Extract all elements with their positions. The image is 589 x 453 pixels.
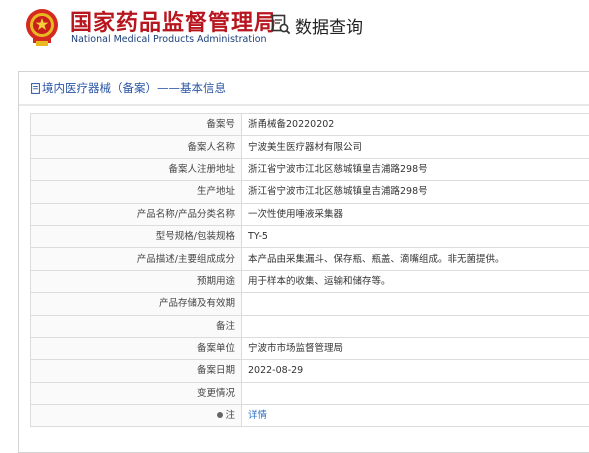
field-label: 备注	[31, 315, 242, 337]
field-value: 宁波美生医疗器材有限公司	[242, 136, 589, 158]
table-row: 变更情况	[31, 382, 589, 404]
pin-icon	[217, 412, 223, 418]
field-value	[242, 315, 589, 337]
table-row: 备案号 浙甬械备20220202	[31, 114, 589, 136]
table-row: 产品名称/产品分类名称 一次性使用唾液采集器	[31, 203, 589, 225]
field-label: 备案单位	[31, 337, 242, 359]
field-value: 2022-08-29	[242, 360, 589, 382]
field-value: 本产品由采集漏斗、保存瓶、瓶盖、滴嘴组成。非无菌提供。	[242, 248, 589, 270]
note-label-cell: 注	[31, 405, 242, 427]
field-label: 备案人注册地址	[31, 158, 242, 180]
national-emblem-icon	[24, 7, 60, 47]
field-value: 浙江省宁波市江北区慈城镇皇吉浦路298号	[242, 158, 589, 180]
table-row: 备案人注册地址 浙江省宁波市江北区慈城镇皇吉浦路298号	[31, 158, 589, 180]
panel-title: 境内医疗器械（备案）——基本信息	[42, 80, 226, 96]
field-label: 注	[225, 410, 235, 421]
table-row: 备案单位 宁波市市场监督管理局	[31, 337, 589, 359]
table-row: 型号规格/包装规格 TY-5	[31, 225, 589, 247]
field-value: 浙甬械备20220202	[242, 114, 589, 136]
table-row: 备案人名称 宁波美生医疗器材有限公司	[31, 136, 589, 158]
document-icon	[31, 83, 40, 94]
note-value-cell: 详情	[242, 405, 589, 427]
field-label: 预期用途	[31, 270, 242, 292]
record-detail-table: 备案号 浙甬械备20220202 备案人名称 宁波美生医疗器材有限公司 备案人注…	[30, 113, 589, 427]
site-title-en: National Medical Products Administration	[71, 34, 267, 45]
panel-title-bar: 境内医疗器械（备案）——基本信息	[19, 72, 589, 106]
field-label: 备案日期	[31, 360, 242, 382]
field-label: 备案人名称	[31, 136, 242, 158]
document-search-icon	[271, 14, 291, 36]
table-row: 备注	[31, 315, 589, 337]
field-value	[242, 382, 589, 404]
site-header: 国家药品监督管理局 National Medical Products Admi…	[0, 0, 589, 62]
field-value: TY-5	[242, 225, 589, 247]
field-label: 变更情况	[31, 382, 242, 404]
table-row: 产品存储及有效期	[31, 293, 589, 315]
details-link[interactable]: 详情	[248, 410, 267, 421]
field-value: 一次性使用唾液采集器	[242, 203, 589, 225]
table-row: 生产地址 浙江省宁波市江北区慈城镇皇吉浦路298号	[31, 181, 589, 203]
record-panel: 境内医疗器械（备案）——基本信息 备案号 浙甬械备20220202 备案人名称 …	[18, 71, 589, 453]
table-row: 预期用途 用于样本的收集、运输和储存等。	[31, 270, 589, 292]
field-value: 用于样本的收集、运输和储存等。	[242, 270, 589, 292]
data-query-link[interactable]: 数据查询	[271, 11, 363, 39]
data-query-label: 数据查询	[295, 13, 363, 38]
field-label: 型号规格/包装规格	[31, 225, 242, 247]
field-label: 产品描述/主要组成成分	[31, 248, 242, 270]
field-value: 浙江省宁波市江北区慈城镇皇吉浦路298号	[242, 181, 589, 203]
table-row: 备案日期 2022-08-29	[31, 360, 589, 382]
field-label: 备案号	[31, 114, 242, 136]
field-value: 宁波市市场监督管理局	[242, 337, 589, 359]
site-title-cn: 国家药品监督管理局	[70, 5, 277, 37]
table-row: 注 详情	[31, 405, 589, 427]
field-label: 产品存储及有效期	[31, 293, 242, 315]
field-label: 生产地址	[31, 181, 242, 203]
table-row: 产品描述/主要组成成分 本产品由采集漏斗、保存瓶、瓶盖、滴嘴组成。非无菌提供。	[31, 248, 589, 270]
field-value	[242, 293, 589, 315]
field-label: 产品名称/产品分类名称	[31, 203, 242, 225]
